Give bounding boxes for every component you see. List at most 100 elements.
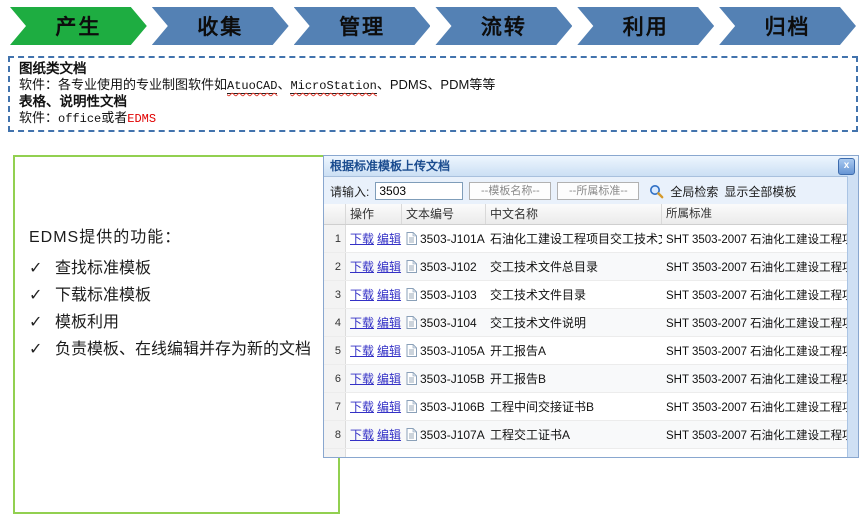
doc-name-cell: 开工报告A [486,342,662,359]
close-button[interactable]: x [838,158,855,175]
document-icon [406,232,417,245]
download-link[interactable]: 下载 [350,288,374,302]
standard-cell: SHT 3503-2007 石油化工建设工程项目交工... [662,343,848,359]
edms-functions-title: EDMS提供的功能： [29,223,328,247]
flow-stage-label: 流转 [481,11,527,41]
edit-link[interactable]: 编辑 [377,260,401,274]
dialog-title: 根据标准模板上传文档 [330,159,450,173]
search-input-label: 请输入: [330,183,369,200]
edit-link[interactable]: 编辑 [377,372,401,386]
flow-stage: 流转 [435,7,572,45]
flow-stage: 归档 [719,7,856,45]
row-actions: 下载编辑 [346,314,402,331]
doc-name-cell: 石油化工建设工程项目交工技术文件封面A [486,230,662,247]
note-heading-tables: 表格、说明性文档 [19,94,847,110]
template-name-filter[interactable]: --模板名称-- [469,182,551,200]
standard-cell: SHT 3503-2007 石油化工建设工程项目交工... [662,427,848,443]
edit-link[interactable]: 编辑 [377,428,401,442]
edit-link[interactable]: 编辑 [377,400,401,414]
search-input[interactable] [375,182,463,200]
upload-dialog: 根据标准模板上传文档 x 请输入: --模板名称-- --所属标准-- 全局检索… [323,155,859,458]
table-row: 3 下载编辑 3503-J103 交工技术文件目录 SHT 3503-2007 … [324,281,848,309]
row-actions: 下载编辑 [346,426,402,443]
flow-stage: 收集 [152,7,289,45]
checkmark-icon: ✓ [29,282,45,309]
checkmark-icon: ✓ [29,309,45,336]
row-number: 2 [324,253,346,280]
doc-name-cell: 工程交工证书A [486,426,662,443]
software-name-edms: EDMS [127,112,156,126]
standard-cell: SHT 3503-2007 石油化工建设工程项目交工... [662,287,848,303]
doc-number-cell: 3503-J107A [402,428,486,442]
list-item: ✓ 下载标准模板 [29,282,328,309]
row-number: 4 [324,309,346,336]
doc-name-cell: 交工技术文件总目录 [486,258,662,275]
edit-link[interactable]: 编辑 [377,344,401,358]
doc-number-cell: 3503-J104 [402,316,486,330]
row-number: 7 [324,393,346,420]
row-number: 3 [324,281,346,308]
flow-stage-label: 管理 [339,11,385,41]
download-link[interactable]: 下载 [350,400,374,414]
edit-link[interactable]: 编辑 [377,232,401,246]
show-all-templates-button[interactable]: 显示全部模板 [724,183,796,200]
download-link[interactable]: 下载 [350,316,374,330]
download-link[interactable]: 下载 [350,260,374,274]
header-row-number [324,204,346,224]
list-item-label: 查找标准模板 [55,255,151,282]
dialog-toolbar: 请输入: --模板名称-- --所属标准-- 全局检索 显示全部模板 [324,177,858,206]
vertical-scrollbar[interactable] [847,176,858,457]
flow-stage: 产生 [10,7,147,45]
standard-cell: SHT 3503-2007 石油化工建设工程项目交工... [662,371,848,387]
doc-number-cell: 3503-J101A [402,232,486,246]
dialog-titlebar: 根据标准模板上传文档 x [324,156,858,177]
document-icon [406,260,417,273]
table-row: 4 下载编辑 3503-J104 交工技术文件说明 SHT 3503-2007 … [324,309,848,337]
software-name-office: office [58,112,101,126]
standard-filter[interactable]: --所属标准-- [557,182,639,200]
list-item-label: 下载标准模板 [55,282,151,309]
download-link[interactable]: 下载 [350,372,374,386]
edit-link[interactable]: 编辑 [377,288,401,302]
row-number: 1 [324,225,346,252]
table-body: 1 下载编辑 3503-J101A 石油化工建设工程项目交工技术文件封面A SH… [324,225,848,449]
document-icon [406,316,417,329]
note-line-office-software: 软件：office或者EDMS [19,110,847,127]
checkmark-icon: ✓ [29,336,45,363]
list-item-label: 负责模板、在线编辑并存为新的文档 [55,336,311,363]
search-icon[interactable] [649,184,664,199]
templates-table: 操作 文本编号 中文名称 所属标准 1 下载编辑 3503-J101A 石油化工… [324,204,848,457]
doc-number-cell: 3503-J102 [402,260,486,274]
row-actions: 下载编辑 [346,258,402,275]
table-header-row: 操作 文本编号 中文名称 所属标准 [324,204,848,225]
download-link[interactable]: 下载 [350,344,374,358]
standard-cell: SHT 3503-2007 石油化工建设工程项目交工... [662,399,848,415]
doc-number-cell: 3503-J105A [402,344,486,358]
table-row: 7 下载编辑 3503-J106B 工程中间交接证书B SHT 3503-200… [324,393,848,421]
doc-name-cell: 交工技术文件说明 [486,314,662,331]
row-actions: 下载编辑 [346,398,402,415]
flow-stage-label: 利用 [623,11,669,41]
table-row: 2 下载编辑 3503-J102 交工技术文件总目录 SHT 3503-2007… [324,253,848,281]
standard-cell: SHT 3503-2007 石油化工建设工程项目交工... [662,259,848,275]
doc-name-cell: 开工报告B [486,370,662,387]
list-item: ✓ 查找标准模板 [29,255,328,282]
checkmark-icon: ✓ [29,255,45,282]
row-actions: 下载编辑 [346,286,402,303]
list-item: ✓ 负责模板、在线编辑并存为新的文档 [29,336,328,363]
download-link[interactable]: 下载 [350,428,374,442]
empty-row [324,449,848,457]
document-icon [406,344,417,357]
global-search-button[interactable]: 全局检索 [670,183,718,200]
edit-link[interactable]: 编辑 [377,316,401,330]
flow-stage-label: 收集 [197,11,243,41]
doc-number-cell: 3503-J105B [402,372,486,386]
download-link[interactable]: 下载 [350,232,374,246]
doc-number-cell: 3503-J106B [402,400,486,414]
list-item-label: 模板利用 [55,309,119,336]
edms-functions-list: ✓ 查找标准模板 ✓ 下载标准模板 ✓ 模板利用 ✓ 负责模板、在线编辑并存为新… [29,255,328,363]
document-icon [406,288,417,301]
standard-cell: SHT 3503-2007 石油化工建设工程项目交工... [662,315,848,331]
row-actions: 下载编辑 [346,230,402,247]
doc-name-cell: 工程中间交接证书B [486,398,662,415]
